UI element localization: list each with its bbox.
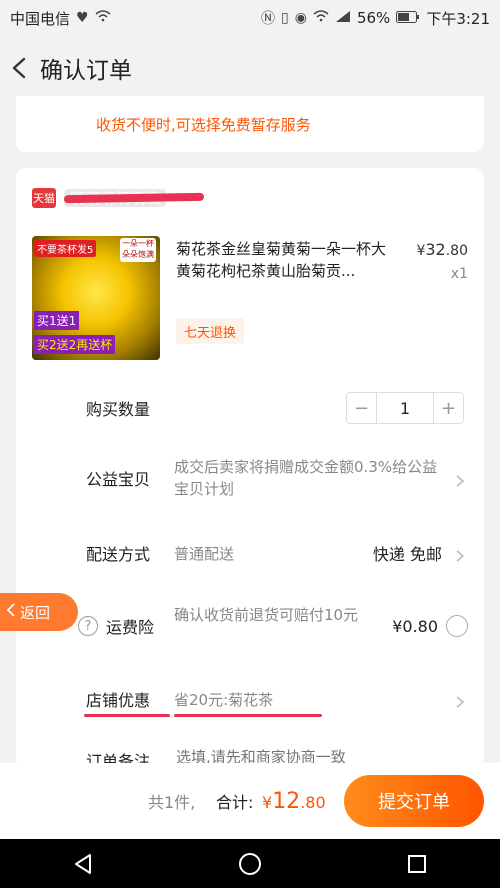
help-icon[interactable]: ? — [78, 616, 98, 636]
charity-text: 成交后卖家将捐赠成交金额0.3%给公益宝贝计划 — [174, 458, 438, 498]
total-amount: ¥12.80 — [262, 789, 326, 814]
decrease-button[interactable]: − — [347, 393, 377, 423]
nfc-icon: Ⓝ — [261, 11, 276, 27]
floating-back-button[interactable]: 返回 — [0, 593, 78, 631]
carrier-label: 中国电信 — [10, 9, 71, 28]
vibrate-icon: ▯ — [281, 10, 289, 26]
nav-header: 确认订单 — [0, 36, 500, 100]
signal-icon — [335, 10, 351, 27]
chevron-right-icon — [454, 472, 466, 487]
product-title[interactable]: 菊花茶金丝皇菊黄菊一朵一杯大黄菊花枸杞茶黄山胎菊贡... — [176, 238, 396, 282]
chevron-right-icon — [454, 693, 466, 708]
chevron-left-icon — [6, 603, 16, 621]
tmall-icon: 天猫 — [32, 188, 56, 208]
wifi-small-icon — [95, 10, 111, 26]
discount-row[interactable]: 店铺优惠 省20元:菊花茶 — [16, 684, 484, 714]
storage-notice-text: 收货不便时,可选择免费暂存服务 — [96, 115, 311, 134]
battery-percent: 56% — [356, 9, 391, 27]
submit-order-button[interactable]: 提交订单 — [344, 775, 484, 827]
delivery-value: 普通配送 — [174, 544, 235, 563]
nav-recents-icon[interactable] — [402, 849, 432, 879]
image-badge-right: 一朵一杯 朵朵饱满 — [120, 238, 156, 262]
total-int: 12 — [272, 788, 301, 814]
clock: 下午3:21 — [426, 9, 490, 28]
shop-name-wrapper: 晓晓晓晓晓晓 — [63, 188, 205, 208]
increase-button[interactable]: + — [433, 393, 463, 423]
discount-label: 店铺优惠 — [86, 691, 151, 710]
redaction-scribble — [63, 192, 205, 204]
order-card: 天猫 晓晓晓晓晓晓 不要茶杯发5 一朵一杯 朵朵饱满 买1送1 买2送2再送杯 … — [16, 168, 484, 768]
charity-row[interactable]: 公益宝贝 成交后卖家将捐赠成交金额0.3%给公益宝贝计划 — [16, 456, 484, 500]
insurance-row: ? 运费险 确认收货前退货可赔付10元 ¥0.80 — [16, 604, 484, 648]
floating-back-label: 返回 — [20, 603, 51, 622]
product-image[interactable]: 不要茶杯发5 一朵一杯 朵朵饱满 买1送1 买2送2再送杯 — [32, 236, 160, 360]
checkout-bar: 共1件, 合计: ¥12.80 提交订单 — [0, 763, 500, 839]
insurance-text: 确认收货前退货可赔付10元 — [174, 606, 359, 624]
quantity-value[interactable]: 1 — [377, 393, 433, 423]
price-int: 32 — [425, 240, 446, 259]
system-nav-bar — [0, 839, 500, 888]
highlight-underline — [84, 714, 170, 717]
nav-home-icon[interactable] — [235, 849, 265, 879]
chevron-right-icon — [454, 547, 466, 562]
image-promo-2: 买2送2再送杯 — [34, 335, 116, 354]
insurance-radio[interactable] — [446, 615, 468, 637]
nav-back-icon[interactable] — [68, 849, 98, 879]
delivery-label: 配送方式 — [86, 545, 151, 564]
highlight-underline — [174, 714, 322, 717]
product-price: ¥32.80 — [416, 240, 468, 259]
back-arrow-icon[interactable] — [0, 36, 40, 100]
image-promo-1: 买1送1 — [34, 311, 80, 330]
quantity-row: 购买数量 − 1 + — [16, 390, 484, 426]
total-dec: .80 — [300, 792, 326, 812]
image-badge-top: 不要茶杯发5 — [34, 240, 97, 257]
charity-label: 公益宝贝 — [86, 470, 151, 489]
delivery-row[interactable]: 配送方式 普通配送 快递 免邮 — [16, 538, 484, 568]
price-dec: .80 — [445, 243, 468, 259]
status-right: Ⓝ ▯ ◉ 56% 下午3:21 — [261, 8, 490, 29]
eye-icon: ◉ — [294, 10, 307, 26]
product-quantity: x1 — [450, 266, 468, 282]
quantity-stepper: − 1 + — [346, 392, 464, 424]
status-bar: 中国电信 ♥ Ⓝ ▯ ◉ 56% 下午3:21 — [0, 0, 500, 36]
heart-icon: ♥ — [76, 10, 89, 26]
item-count: 共1件, — [148, 793, 196, 812]
wifi-icon — [313, 10, 329, 26]
shop-row[interactable]: 天猫 晓晓晓晓晓晓 — [32, 188, 205, 208]
status-left: 中国电信 ♥ — [10, 8, 111, 29]
battery-icon — [396, 9, 420, 27]
return-tag: 七天退换 — [176, 318, 244, 344]
insurance-label: 运费险 — [106, 618, 155, 637]
storage-notice-card[interactable]: 收货不便时,可选择免费暂存服务 — [16, 96, 484, 152]
discount-value: 省20元:菊花茶 — [174, 690, 274, 709]
total-currency: ¥ — [262, 792, 273, 812]
page-title: 确认订单 — [40, 58, 132, 84]
delivery-method: 快递 免邮 — [372, 545, 442, 564]
quantity-label: 购买数量 — [86, 400, 151, 419]
total-label: 合计: — [216, 793, 254, 812]
insurance-price: ¥0.80 — [392, 616, 438, 636]
